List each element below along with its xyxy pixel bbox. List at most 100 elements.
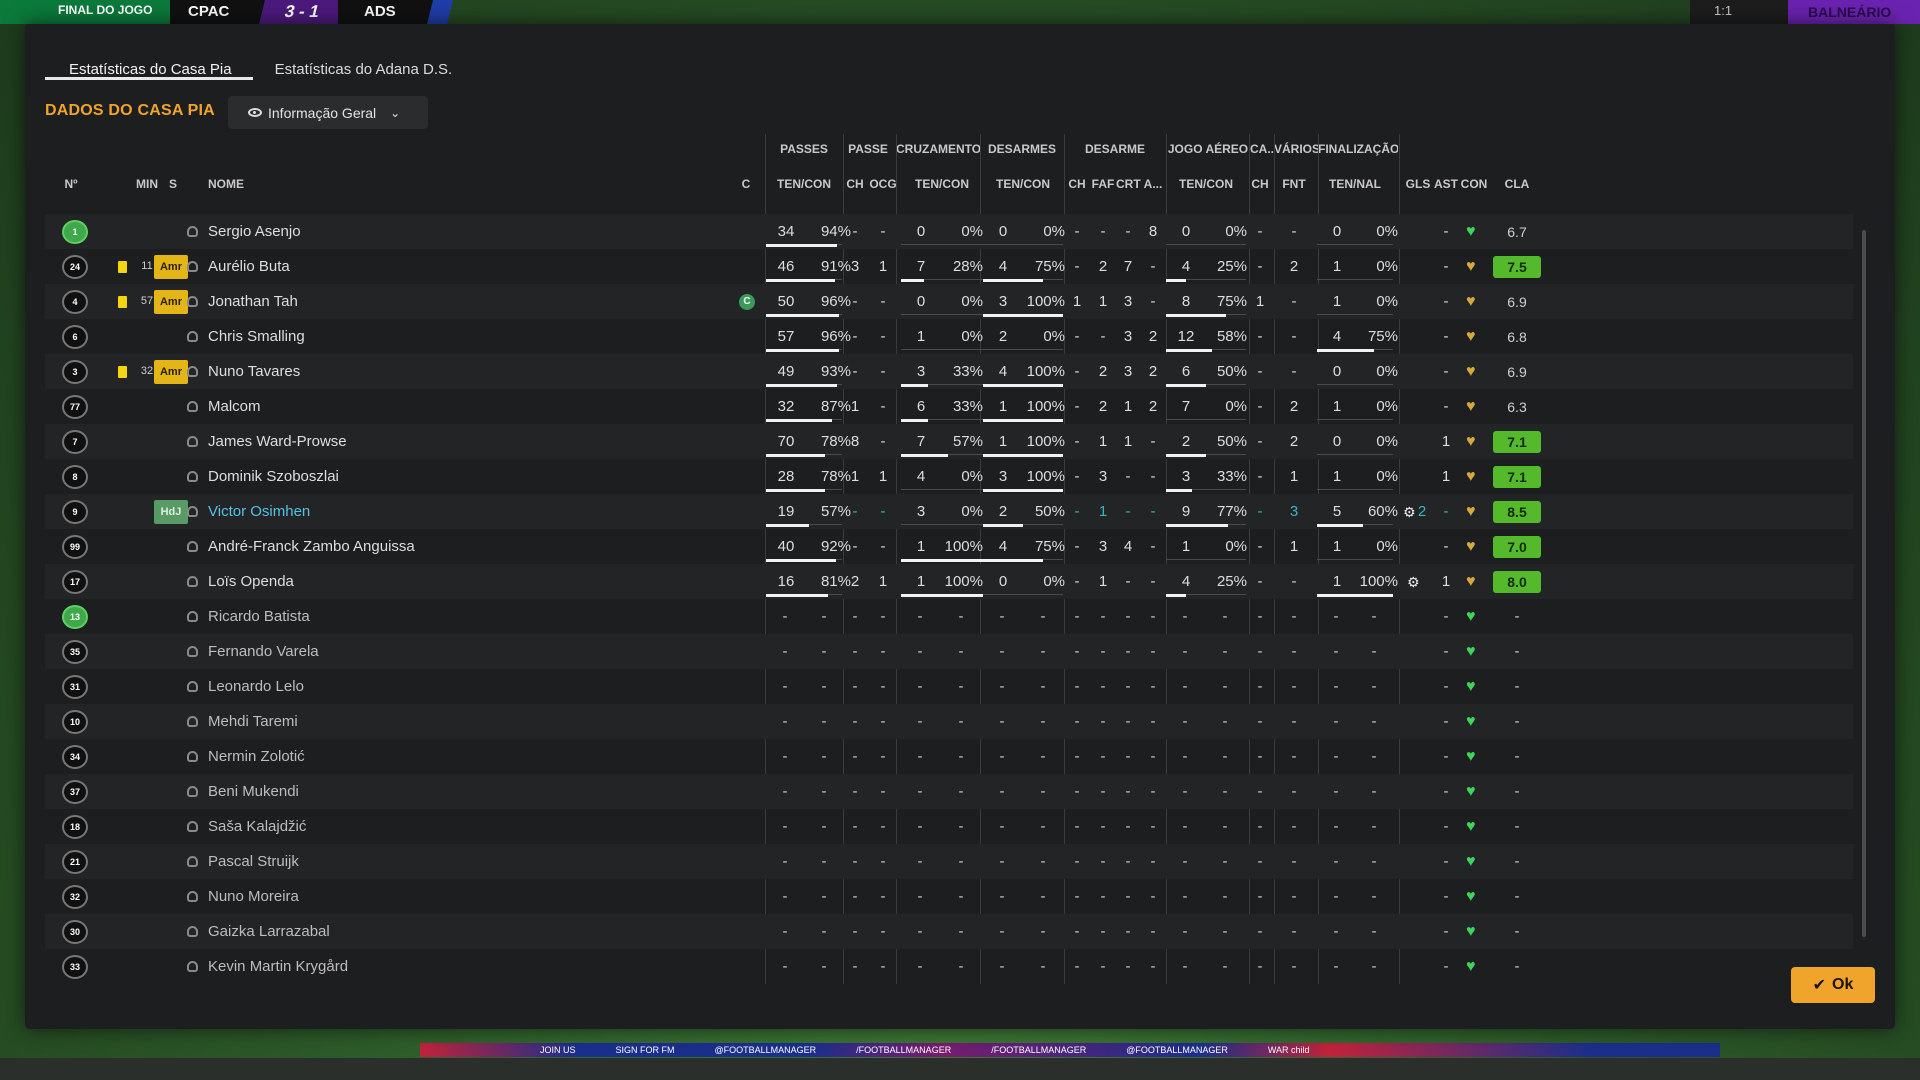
condition-heart-icon: ♥ bbox=[1466, 503, 1476, 520]
table-row[interactable]: 30 Gaizka Larrazabal - - - - - - - - - - - - - - - - - - - - ♥ bbox=[45, 914, 1853, 949]
stat-ch: - bbox=[852, 748, 858, 765]
column-header-gls[interactable]: GLS bbox=[1403, 177, 1433, 191]
table-row[interactable]: 18 Saša Kalajdžić - - - - - - - - - - - - - - - - - - - - ♥ bbox=[45, 809, 1853, 844]
table-row[interactable]: 13 Ricardo Batista - - - - - - - - - - - - - - - - - - - - ♥ bbox=[45, 599, 1853, 634]
scrollbar[interactable] bbox=[1862, 230, 1866, 937]
table-row[interactable]: 24 11 Amr Aurélio Buta 46 91% 3 1 7 28% 4 75% -2 7-4 2… bbox=[45, 249, 1853, 284]
column-header-min[interactable]: MIN bbox=[129, 177, 165, 191]
player-name[interactable]: Saša Kalajdžić bbox=[208, 809, 708, 844]
player-name[interactable]: Beni Mukendi bbox=[208, 774, 708, 809]
stat-cla: - bbox=[1514, 643, 1520, 660]
column-header-final[interactable]: TEN/NAL bbox=[1317, 177, 1393, 191]
player-name[interactable]: André-Franck Zambo Anguissa bbox=[208, 529, 708, 564]
stat-a_pct: - bbox=[1222, 818, 1228, 835]
section-title: DADOS DO CASA PIA bbox=[45, 102, 215, 119]
player-name[interactable]: Malcom bbox=[208, 389, 708, 424]
desarme-crt: 3 bbox=[1123, 328, 1133, 345]
table-row[interactable]: 21 Pascal Struijk - - - - - - - - - - - - - - - - - - - - ♥ bbox=[45, 844, 1853, 879]
column-header-desarmes[interactable]: TEN/CON bbox=[983, 177, 1063, 191]
table-row[interactable]: 77 Malcom 32 87% 1-6 33% 1 100% -2 1 2 7 0% -2 1 0% - ♥ 6.… bbox=[45, 389, 1853, 424]
table-row[interactable]: 31 Leonardo Lelo - - - - - - - - - - - - - - - - - - - - ♥ bbox=[45, 669, 1853, 704]
assists-value: 1 bbox=[1441, 573, 1451, 590]
player-name[interactable]: Nuno Tavares bbox=[208, 354, 708, 389]
table-row[interactable]: 37 Beni Mukendi - - - - - - - - - - - - - - - - - - - - ♥ bbox=[45, 774, 1853, 809]
table-row[interactable]: 17 Loïs Openda 16 81% 2 1 1 100% 0 0% -1- -4 25% - -1 1… bbox=[45, 564, 1853, 599]
view-dropdown[interactable]: Informação Geral ⌄ bbox=[228, 96, 428, 129]
column-header-ast[interactable]: AST bbox=[1434, 177, 1458, 191]
column-header-des_faf[interactable]: FAF bbox=[1091, 177, 1115, 191]
crosses-bar bbox=[901, 454, 948, 457]
column-header-des_crt[interactable]: CRT bbox=[1116, 177, 1141, 191]
goal-ball-icon: ⚙ bbox=[1403, 504, 1416, 520]
column-header-s[interactable]: S bbox=[166, 177, 180, 191]
aerial-bar bbox=[1166, 454, 1206, 457]
column-header-des_a[interactable]: A... bbox=[1141, 177, 1165, 191]
player-name[interactable]: Mehdi Taremi bbox=[208, 704, 708, 739]
player-name[interactable]: Fernando Varela bbox=[208, 634, 708, 669]
table-row[interactable]: 34 Nermin Zolotić - - - - - - - - - - - - - - - - - - - - ♥ bbox=[45, 739, 1853, 774]
player-name[interactable]: Victor Osimhen bbox=[208, 494, 708, 529]
column-header-aereo[interactable]: TEN/CON bbox=[1166, 177, 1246, 191]
column-header-cruz[interactable]: TEN/CON bbox=[901, 177, 983, 191]
column-header-varios_fnt[interactable]: FNT bbox=[1274, 177, 1314, 191]
table-row[interactable]: 99 André-Franck Zambo Anguissa 40 92% - -1 100… bbox=[45, 529, 1853, 564]
stat-d_ten: - bbox=[999, 643, 1005, 660]
table-row[interactable]: 8 Dominik Szoboszlai 28 78% 1 1 4 0% 3 100% -3- -3 3… bbox=[45, 459, 1853, 494]
condition-heart-icon: ♥ bbox=[1466, 643, 1476, 660]
player-name[interactable]: Nermin Zolotić bbox=[208, 739, 708, 774]
stat-ch: - bbox=[852, 958, 858, 975]
column-header-des_ch[interactable]: CH bbox=[1065, 177, 1089, 191]
column-header-cla[interactable]: CLA bbox=[1493, 177, 1541, 191]
tab-casa-pia-stats[interactable]: Estatísticas do Casa Pia bbox=[45, 50, 253, 80]
column-header-passe_ch[interactable]: CH bbox=[842, 177, 868, 191]
person-icon bbox=[187, 681, 198, 692]
table-row[interactable]: 1 Sergio Asenjo 34 94% - -0 0% 0 0% - - -8 0 0% - -0 0% -… bbox=[45, 214, 1853, 249]
player-rating: 7.0 bbox=[1493, 536, 1541, 558]
ca-ch: - bbox=[1257, 503, 1263, 520]
player-name[interactable]: Gaizka Larrazabal bbox=[208, 914, 708, 949]
player-name[interactable]: Nuno Moreira bbox=[208, 879, 708, 914]
column-header-con[interactable]: CON bbox=[1460, 177, 1488, 191]
ok-button[interactable]: ✔ Ok bbox=[1791, 967, 1875, 1003]
player-name[interactable]: Leonardo Lelo bbox=[208, 669, 708, 704]
desarme-faf: - bbox=[1100, 223, 1106, 240]
stat-d_pct: - bbox=[1040, 713, 1046, 730]
stat-fnt: - bbox=[1291, 643, 1297, 660]
player-name[interactable]: Pascal Struijk bbox=[208, 844, 708, 879]
table-row[interactable]: 4 57 Amr Jonathan Tah C 50 96% - -0 0% 3 100% 1 1 3-8 7… bbox=[45, 284, 1853, 319]
player-name[interactable]: Kevin Martin Krygård bbox=[208, 949, 708, 984]
stat-ch: - bbox=[852, 713, 858, 730]
table-row[interactable]: 32 Nuno Moreira - - - - - - - - - - - - - - - - - - - - ♥ bbox=[45, 879, 1853, 914]
table-row[interactable]: 7 James Ward-Prowse 70 78% 8-7 57% 1 100% -1 1-2 5… bbox=[45, 424, 1853, 459]
player-name[interactable]: Ricardo Batista bbox=[208, 599, 708, 634]
player-name[interactable]: Sergio Asenjo bbox=[208, 214, 708, 249]
column-header-ca_ch[interactable]: CH bbox=[1248, 177, 1272, 191]
assists-value: 1 bbox=[1441, 468, 1451, 485]
table-row[interactable]: 33 Kevin Martin Krygård - - - - - - - - - - - - - - - - - -… bbox=[45, 949, 1853, 984]
player-rating: 8.0 bbox=[1493, 571, 1541, 593]
player-name[interactable]: Aurélio Buta bbox=[208, 249, 708, 284]
balneario-button[interactable]: BALNEÁRIO bbox=[1788, 0, 1920, 24]
table-row[interactable]: 3 32 Amr Nuno Tavares 49 93% - -3 33% 4 100% -2 3 2 6 5… bbox=[45, 354, 1853, 389]
tab-adana-stats[interactable]: Estatísticas do Adana D.S. bbox=[253, 50, 474, 80]
passe-ocg: 1 bbox=[878, 258, 888, 275]
table-row[interactable]: 6 Chris Smalling 57 96% - -1 0% 2 0% - -3 2 12 58% - -4… bbox=[45, 319, 1853, 354]
column-header-passes[interactable]: TEN/CON bbox=[766, 177, 842, 191]
column-header-c[interactable]: C bbox=[739, 177, 753, 191]
table-row[interactable]: 10 Mehdi Taremi - - - - - - - - - - - - - - - - - - - - ♥ bbox=[45, 704, 1853, 739]
column-header-passe_ocg[interactable]: OCG bbox=[868, 177, 898, 191]
passe-ch: - bbox=[852, 293, 858, 310]
player-name[interactable]: Jonathan Tah bbox=[208, 284, 708, 319]
player-name[interactable]: James Ward-Prowse bbox=[208, 424, 708, 459]
varios-fnt: 2 bbox=[1289, 398, 1299, 415]
stat-f_pct: - bbox=[1371, 888, 1377, 905]
aerial-bar bbox=[1166, 279, 1186, 282]
player-name[interactable]: Chris Smalling bbox=[208, 319, 708, 354]
table-row[interactable]: 9 HdJ Victor Osimhen 19 57% - -3 0% 2 50% -1- -9 77%… bbox=[45, 494, 1853, 529]
column-header-num[interactable]: Nº bbox=[62, 177, 80, 191]
stat-f_pct: - bbox=[1371, 643, 1377, 660]
column-header-name[interactable]: NOME bbox=[208, 177, 248, 191]
player-name[interactable]: Dominik Szoboszlai bbox=[208, 459, 708, 494]
table-row[interactable]: 35 Fernando Varela - - - - - - - - - - - - - - - - - - - - ♥ bbox=[45, 634, 1853, 669]
player-name[interactable]: Loïs Openda bbox=[208, 564, 708, 599]
